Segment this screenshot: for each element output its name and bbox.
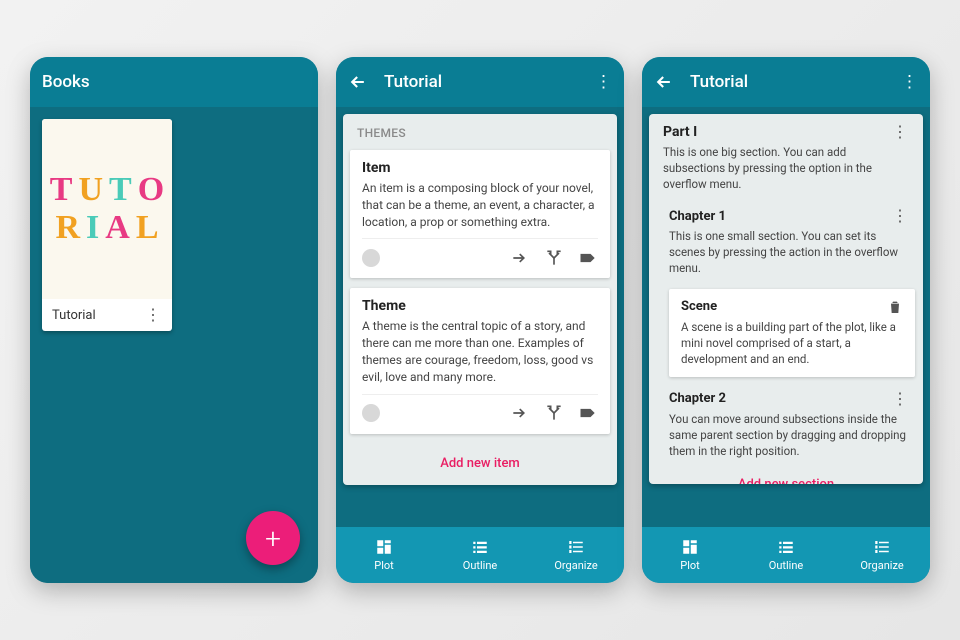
appbar-title: Tutorial — [384, 72, 442, 92]
split-icon[interactable] — [544, 403, 564, 423]
more-icon[interactable]: ⋮ — [145, 307, 162, 323]
numbered-list-icon — [567, 538, 585, 556]
list-icon — [777, 538, 795, 556]
tab-label: Outline — [769, 559, 804, 572]
book-title: Tutorial — [52, 308, 96, 323]
theme-card[interactable]: Theme A theme is the central topic of a … — [350, 288, 610, 433]
panel-label: THEMES — [343, 114, 617, 150]
dashboard-icon — [681, 538, 699, 556]
chapter-title: Chapter 2 — [669, 391, 892, 406]
dashboard-icon — [375, 538, 393, 556]
color-dot[interactable] — [362, 404, 380, 422]
part-desc: This is one big section. You can add sub… — [663, 144, 909, 192]
books-grid: TU TO RI AL Tutorial ⋮ + — [30, 107, 318, 583]
tab-label: Organize — [554, 559, 597, 572]
color-dot[interactable] — [362, 249, 380, 267]
more-icon[interactable]: ⋮ — [892, 391, 909, 407]
arrow-right-icon[interactable] — [510, 248, 530, 268]
add-book-fab[interactable]: + — [246, 511, 300, 565]
add-item-button[interactable]: Add new item — [343, 444, 617, 485]
themes-panel: THEMES Item An item is a composing block… — [343, 114, 617, 485]
screen-books: Books TU TO RI AL Tutorial ⋮ + — [30, 57, 318, 583]
tab-label: Plot — [374, 559, 394, 572]
plus-icon: + — [265, 522, 281, 555]
appbar: Tutorial ⋮ — [336, 57, 624, 107]
bottom-nav: Plot Outline Organize — [642, 527, 930, 583]
chapter-desc: You can move around subsections inside t… — [669, 411, 909, 459]
book-cover: TU TO RI AL — [42, 119, 172, 299]
tab-outline[interactable]: Outline — [445, 538, 515, 572]
book-footer: Tutorial ⋮ — [42, 299, 172, 331]
card-body: A theme is the central topic of a story,… — [362, 318, 598, 385]
tab-outline[interactable]: Outline — [751, 538, 821, 572]
chapter-section[interactable]: Chapter 2 ⋮ You can move around subsecti… — [649, 383, 923, 465]
book-card[interactable]: TU TO RI AL Tutorial ⋮ — [42, 119, 172, 331]
tag-icon[interactable] — [578, 403, 598, 423]
scene-card[interactable]: Scene A scene is a building part of the … — [669, 289, 915, 377]
tab-organize[interactable]: Organize — [541, 538, 611, 572]
outline-panel: Part I ⋮ This is one big section. You ca… — [649, 114, 923, 484]
item-card[interactable]: Item An item is a composing block of you… — [350, 150, 610, 278]
screen-themes: Tutorial ⋮ THEMES Item An item is a comp… — [336, 57, 624, 583]
scene-title: Scene — [681, 299, 887, 314]
more-icon[interactable]: ⋮ — [892, 208, 909, 224]
tab-plot[interactable]: Plot — [349, 538, 419, 572]
appbar-title: Books — [42, 72, 90, 92]
tag-icon[interactable] — [578, 248, 598, 268]
card-actions — [362, 394, 598, 428]
chapter-desc: This is one small section. You can set i… — [669, 228, 909, 276]
tab-plot[interactable]: Plot — [655, 538, 725, 572]
appbar-title: Tutorial — [690, 72, 748, 92]
chapter-section[interactable]: Chapter 1 ⋮ This is one small section. Y… — [649, 200, 923, 282]
arrow-right-icon[interactable] — [510, 403, 530, 423]
add-section-button[interactable]: Add new section — [649, 465, 923, 484]
card-body: An item is a composing block of your nov… — [362, 180, 598, 230]
tab-label: Outline — [463, 559, 498, 572]
tab-label: Organize — [860, 559, 903, 572]
numbered-list-icon — [873, 538, 891, 556]
overflow-icon[interactable]: ⋮ — [595, 72, 612, 92]
more-icon[interactable]: ⋮ — [892, 124, 909, 140]
card-title: Item — [362, 160, 598, 176]
appbar: Books — [30, 57, 318, 107]
tab-label: Plot — [680, 559, 700, 572]
chapter-title: Chapter 1 — [669, 209, 892, 224]
content: Part I ⋮ This is one big section. You ca… — [642, 107, 930, 527]
content: THEMES Item An item is a composing block… — [336, 107, 624, 527]
appbar: Tutorial ⋮ — [642, 57, 930, 107]
list-icon — [471, 538, 489, 556]
tab-organize[interactable]: Organize — [847, 538, 917, 572]
scene-desc: A scene is a building part of the plot, … — [681, 319, 903, 367]
back-icon[interactable] — [654, 72, 674, 92]
part-title: Part I — [663, 124, 892, 140]
back-icon[interactable] — [348, 72, 368, 92]
card-actions — [362, 238, 598, 272]
part-section[interactable]: Part I ⋮ This is one big section. You ca… — [649, 114, 923, 200]
split-icon[interactable] — [544, 248, 564, 268]
card-title: Theme — [362, 298, 598, 314]
screen-outline: Tutorial ⋮ Part I ⋮ This is one big sect… — [642, 57, 930, 583]
bottom-nav: Plot Outline Organize — [336, 527, 624, 583]
overflow-icon[interactable]: ⋮ — [901, 72, 918, 92]
trash-icon[interactable] — [887, 299, 903, 315]
